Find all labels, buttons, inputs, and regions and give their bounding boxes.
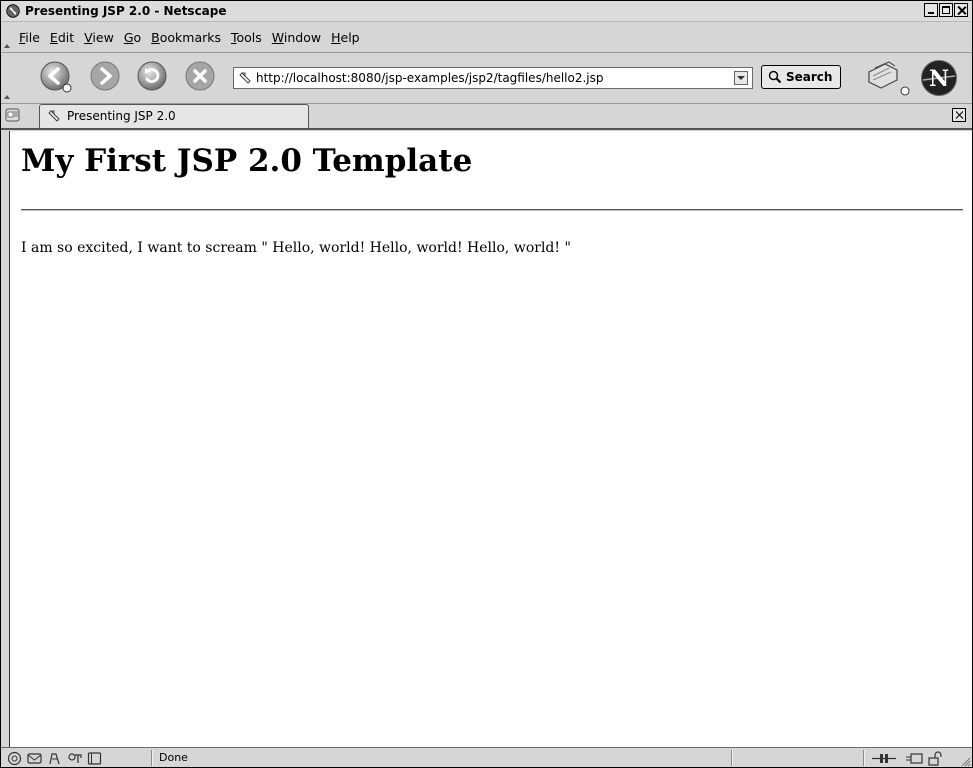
tab-active[interactable]: Presenting JSP 2.0 — [39, 104, 309, 128]
back-icon[interactable] — [39, 60, 73, 94]
window-controls — [924, 3, 968, 17]
reload-icon[interactable] — [136, 60, 170, 94]
search-label: Search — [786, 70, 833, 84]
popup-blocker-icon[interactable] — [905, 751, 923, 766]
url-dropdown-icon[interactable] — [734, 71, 748, 85]
new-tab-icon[interactable] — [5, 107, 21, 123]
menu-view[interactable]: View — [84, 30, 114, 46]
maximize-icon[interactable] — [939, 3, 953, 17]
horizontal-rule — [21, 209, 963, 211]
composer-icon[interactable] — [47, 751, 62, 766]
search-button[interactable]: Search — [761, 65, 841, 89]
tab-bar: Presenting JSP 2.0 — [1, 104, 972, 130]
page-icon — [48, 110, 60, 122]
page-icon — [239, 72, 251, 84]
status-separator — [863, 750, 865, 766]
lock-icon[interactable] — [927, 751, 942, 766]
menu-window[interactable]: Window — [272, 30, 321, 46]
mail-icon[interactable] — [27, 751, 42, 766]
menu-edit[interactable]: Edit — [50, 30, 74, 46]
tab-label: Presenting JSP 2.0 — [67, 109, 176, 123]
url-text[interactable]: http://localhost:8080/jsp-examples/jsp2/… — [256, 70, 604, 86]
close-tab-icon[interactable] — [952, 108, 966, 122]
navigation-toolbar: http://localhost:8080/jsp-examples/jsp2/… — [1, 53, 972, 104]
netscape-app-icon — [6, 4, 20, 18]
menu-tools[interactable]: Tools — [231, 30, 262, 46]
menu-bookmarks[interactable]: Bookmarks — [151, 30, 221, 46]
page-body-text: I am so excited, I want to scream " Hell… — [21, 240, 571, 256]
toolbar-grip-icon[interactable] — [4, 95, 10, 99]
svg-text:N: N — [929, 66, 949, 92]
netscape-logo-icon[interactable]: N — [920, 59, 958, 97]
page-content: My First JSP 2.0 Template I am so excite… — [9, 131, 972, 747]
browser-window: Presenting JSP 2.0 - Netscape File Edit … — [0, 0, 973, 768]
menu-go[interactable]: Go — [124, 30, 141, 46]
menu-bar: File Edit View Go Bookmarks Tools Window… — [1, 22, 972, 53]
forward-icon[interactable] — [89, 60, 123, 94]
menu-help[interactable]: Help — [331, 30, 360, 46]
irc-chat-icon[interactable] — [87, 751, 102, 766]
status-separator — [731, 750, 733, 766]
title-bar: Presenting JSP 2.0 - Netscape — [1, 1, 972, 22]
search-icon — [768, 70, 782, 84]
status-separator — [151, 750, 153, 766]
navigator-icon[interactable] — [7, 751, 22, 766]
address-book-icon[interactable] — [67, 751, 82, 766]
online-status-icon[interactable] — [871, 751, 897, 766]
toolbar-grip-icon[interactable] — [4, 44, 10, 48]
close-icon[interactable] — [954, 3, 968, 17]
window-title: Presenting JSP 2.0 - Netscape — [25, 4, 227, 18]
minimize-icon[interactable] — [924, 3, 938, 17]
status-text: Done — [159, 751, 188, 764]
url-bar[interactable]: http://localhost:8080/jsp-examples/jsp2/… — [233, 67, 753, 89]
resize-grip-icon[interactable] — [959, 755, 971, 767]
menu-file[interactable]: File — [19, 30, 40, 46]
stop-icon[interactable] — [184, 60, 218, 94]
page-heading: My First JSP 2.0 Template — [21, 143, 473, 179]
status-bar: Done — [1, 747, 972, 767]
print-icon[interactable] — [863, 58, 913, 98]
